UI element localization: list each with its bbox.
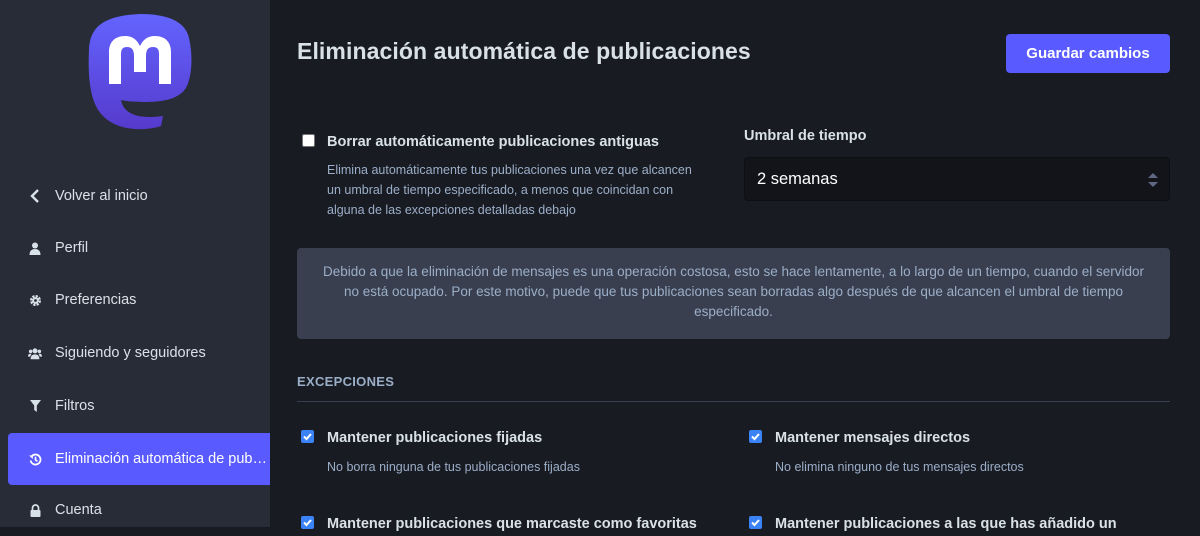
main-content: Eliminación automática de publicaciones … [270, 0, 1200, 532]
chevron-left-icon [28, 189, 42, 203]
sidebar-item-preferences[interactable]: Preferencias [8, 274, 270, 326]
threshold-select[interactable]: 2 semanas [744, 157, 1170, 201]
gear-icon [28, 293, 42, 307]
threshold-label: Umbral de tiempo [744, 128, 867, 144]
keep-favourites-checkbox[interactable] [301, 516, 314, 529]
mastodon-logo[interactable] [85, 12, 195, 130]
threshold-value: 2 semanas [757, 169, 838, 188]
keep-direct-hint: No elimina ninguno de tus mensajes direc… [775, 460, 1024, 474]
info-notice: Debido a que la eliminación de mensajes … [297, 248, 1170, 339]
filter-icon [28, 399, 42, 413]
users-icon [28, 346, 42, 360]
auto-delete-checkbox[interactable] [302, 134, 315, 147]
keep-pinned-checkbox[interactable] [301, 430, 314, 443]
lock-icon [28, 503, 42, 517]
sidebar-item-account[interactable]: Cuenta [8, 484, 270, 536]
keep-bookmarked-checkbox[interactable] [749, 516, 762, 529]
page-title: Eliminación automática de publicaciones [297, 38, 751, 64]
sidebar-item-label: Volver al inicio [55, 188, 148, 204]
keep-pinned-hint: No borra ninguna de tus publicaciones fi… [327, 460, 580, 474]
keep-bookmarked-label[interactable]: Mantener publicaciones a las que has aña… [775, 516, 1117, 532]
sidebar: Volver al inicio Perfil Preferencias Sig… [0, 0, 270, 527]
keep-pinned-label[interactable]: Mantener publicaciones fijadas [327, 430, 542, 446]
keep-direct-label[interactable]: Mantener mensajes directos [775, 430, 970, 446]
sidebar-item-auto-delete[interactable]: Eliminación automática de publicaciones [8, 433, 270, 485]
sidebar-item-profile[interactable]: Perfil [8, 222, 270, 274]
hint-line: un umbral de tiempo especificado, a meno… [327, 183, 674, 197]
sidebar-item-label: Siguiendo y seguidores [55, 345, 206, 361]
sidebar-item-label: Preferencias [55, 292, 137, 308]
hint-line: alguna de las excepciones detalladas deb… [327, 203, 576, 217]
select-arrows-icon [1147, 170, 1159, 195]
sidebar-item-label: Perfil [55, 240, 89, 256]
section-divider [297, 401, 1170, 402]
auto-delete-label[interactable]: Borrar automáticamente publicaciones ant… [327, 134, 659, 150]
sidebar-item-home[interactable]: Volver al inicio [8, 170, 270, 222]
save-button[interactable]: Guardar cambios [1006, 34, 1170, 73]
section-title-exceptions: EXCEPCIONES [297, 374, 395, 389]
user-icon [28, 241, 42, 255]
sidebar-item-label: Eliminación automática de publicaciones [55, 451, 270, 467]
sidebar-item-label: Filtros [55, 398, 95, 414]
sidebar-item-filters[interactable]: Filtros [8, 380, 270, 432]
hint-line: Elimina automáticamente tus publicacione… [327, 163, 692, 177]
sidebar-item-label: Cuenta [55, 502, 102, 518]
sidebar-item-following[interactable]: Siguiendo y seguidores [8, 327, 270, 379]
auto-delete-hint: Elimina automáticamente tus publicacione… [327, 160, 692, 220]
keep-favourites-label[interactable]: Mantener publicaciones que marcaste como… [327, 516, 697, 532]
keep-direct-checkbox[interactable] [749, 430, 762, 443]
history-icon [28, 452, 42, 466]
